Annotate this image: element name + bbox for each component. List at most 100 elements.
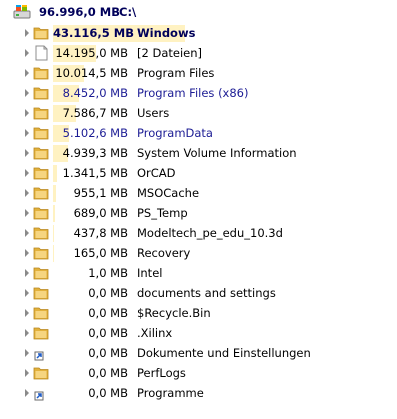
folder-size: 0,0 MB	[88, 286, 128, 300]
folder-icon	[33, 205, 50, 221]
tree-row[interactable]: 0,0 MB Programme	[0, 383, 397, 403]
folder-name: PerfLogs	[137, 366, 186, 380]
expand-arrow-icon[interactable]	[25, 329, 29, 337]
folder-size: 0,0 MB	[88, 306, 128, 320]
folder-name: MSOCache	[137, 186, 200, 200]
folder-size: 0,0 MB	[88, 346, 128, 360]
folder-size: 165,0 MB	[73, 246, 128, 260]
folder-icon	[33, 325, 50, 341]
expand-arrow-icon[interactable]	[25, 49, 29, 57]
expand-arrow-icon[interactable]	[25, 269, 29, 277]
expand-arrow-icon[interactable]	[25, 189, 29, 197]
folder-name: .Xilinx	[137, 326, 173, 340]
folder-size: 4.939,3 MB	[62, 146, 128, 160]
tree-row[interactable]: 43.116,5 MB Windows	[0, 23, 397, 43]
folder-name: Modeltech_pe_edu_10.3d	[137, 226, 283, 240]
root-drive-row[interactable]: 96.996,0 MB C:\	[0, 3, 397, 23]
folder-icon	[33, 25, 50, 41]
folder-name: documents and settings	[137, 286, 276, 300]
folder-size: 689,0 MB	[73, 206, 128, 220]
tree-row[interactable]: 4.939,3 MB System Volume Information	[0, 143, 397, 163]
folder-icon	[33, 245, 50, 261]
folder-icon	[33, 225, 50, 241]
shortcut-icon	[33, 345, 50, 361]
tree-row[interactable]: 689,0 MB PS_Temp	[0, 203, 397, 223]
folder-icon	[33, 305, 50, 321]
folder-name: [2 Dateien]	[137, 46, 202, 60]
drive-icon	[13, 5, 31, 20]
tree-row[interactable]: 437,8 MB Modeltech_pe_edu_10.3d	[0, 223, 397, 243]
folder-size: 7.586,7 MB	[62, 106, 128, 120]
root-size: 96.996,0 MB	[39, 5, 120, 19]
folder-size: 1,0 MB	[88, 266, 128, 280]
tree-row[interactable]: 165,0 MB Recovery	[0, 243, 397, 263]
tree-row[interactable]: 7.586,7 MB Users	[0, 103, 397, 123]
tree-row[interactable]: 0,0 MB PerfLogs	[0, 363, 397, 383]
folder-size: 10.014,5 MB	[55, 66, 128, 80]
tree-row[interactable]: 0,0 MB Dokumente und Einstellungen	[0, 343, 397, 363]
folder-size: 1.341,5 MB	[62, 166, 128, 180]
folder-size: 0,0 MB	[88, 366, 128, 380]
folder-size: 8.452,0 MB	[62, 86, 128, 100]
tree-row[interactable]: 10.014,5 MB Program Files	[0, 63, 397, 83]
folder-icon	[33, 265, 50, 281]
folder-size-tree: { "root": { "size": "96.996,0 MB", "path…	[0, 0, 397, 419]
folder-size: 0,0 MB	[88, 326, 128, 340]
expand-arrow-icon[interactable]	[25, 209, 29, 217]
folder-name: Program Files	[137, 66, 215, 80]
tree-row[interactable]: 14.195,0 MB [2 Dateien]	[0, 43, 397, 63]
folder-name: System Volume Information	[137, 146, 297, 160]
folder-name: ProgramData	[137, 126, 213, 140]
expand-arrow-icon[interactable]	[25, 129, 29, 137]
folder-name: $Recycle.Bin	[137, 306, 211, 320]
tree-row[interactable]: 0,0 MB documents and settings	[0, 283, 397, 303]
tree-row[interactable]: 5.102,6 MB ProgramData	[0, 123, 397, 143]
tree-row[interactable]: 1.341,5 MB OrCAD	[0, 163, 397, 183]
folder-name: Users	[137, 106, 170, 120]
expand-arrow-icon[interactable]	[25, 369, 29, 377]
folder-size: 43.116,5 MB	[53, 26, 134, 40]
expand-arrow-icon[interactable]	[25, 289, 29, 297]
expand-arrow-icon[interactable]	[25, 349, 29, 357]
folder-size: 5.102,6 MB	[62, 126, 128, 140]
expand-arrow-icon[interactable]	[25, 229, 29, 237]
folder-size: 955,1 MB	[73, 186, 128, 200]
expand-arrow-icon[interactable]	[25, 389, 29, 397]
root-path: C:\	[119, 5, 137, 19]
tree-row[interactable]: 0,0 MB .Xilinx	[0, 323, 397, 343]
tree-row[interactable]: 955,1 MB MSOCache	[0, 183, 397, 203]
expand-arrow-icon[interactable]	[25, 89, 29, 97]
expand-arrow-icon[interactable]	[25, 169, 29, 177]
expand-arrow-icon[interactable]	[25, 29, 29, 37]
folder-icon	[33, 165, 50, 181]
tree-row[interactable]: 1,0 MB Intel	[0, 263, 397, 283]
folder-name: Intel	[137, 266, 163, 280]
file-icon	[33, 45, 50, 61]
folder-name: PS_Temp	[137, 206, 188, 220]
expand-arrow-icon[interactable]	[25, 149, 29, 157]
expand-arrow-icon[interactable]	[25, 109, 29, 117]
folder-icon	[33, 365, 50, 381]
tree-row[interactable]: 8.452,0 MB Program Files (x86)	[0, 83, 397, 103]
folder-size: 437,8 MB	[73, 226, 128, 240]
expand-arrow-icon[interactable]	[25, 69, 29, 77]
folder-icon	[33, 285, 50, 301]
folder-icon	[33, 85, 50, 101]
folder-name: Programme	[137, 386, 204, 400]
folder-icon	[33, 145, 50, 161]
folder-name: OrCAD	[137, 166, 176, 180]
folder-name: Recovery	[137, 246, 191, 260]
folder-icon	[33, 105, 50, 121]
folder-size: 14.195,0 MB	[55, 46, 128, 60]
folder-name: Windows	[137, 26, 196, 40]
folder-icon	[33, 125, 50, 141]
folder-name: Program Files (x86)	[137, 86, 249, 100]
expand-arrow-icon[interactable]	[25, 249, 29, 257]
expand-arrow-icon[interactable]	[25, 309, 29, 317]
tree-row[interactable]: 0,0 MB $Recycle.Bin	[0, 303, 397, 323]
folder-icon	[33, 65, 50, 81]
folder-name: Dokumente und Einstellungen	[137, 346, 311, 360]
folder-icon	[33, 185, 50, 201]
shortcut-icon	[33, 385, 50, 401]
folder-size: 0,0 MB	[88, 386, 128, 400]
